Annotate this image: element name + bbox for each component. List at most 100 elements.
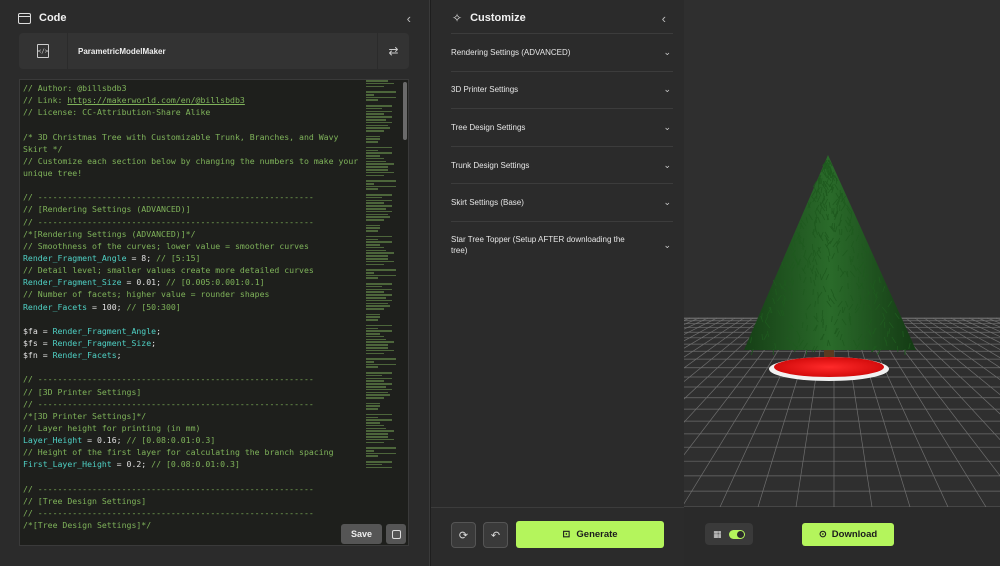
code-token: // [0.005:0.001:0.1] [166,277,265,287]
code-token: // -------------------------------------… [23,217,314,227]
code-line: // [Tree Design Settings] [23,495,368,507]
grid-line [906,318,1000,507]
minimap-line [366,258,388,260]
refresh-button[interactable]: ⟳ [451,522,476,548]
code-token: = 0.01; [122,277,166,287]
code-token: Render_Facets [53,350,117,360]
generate-icon: ⊡ [562,529,570,540]
minimap-line [366,119,386,121]
minimap-line [366,417,378,419]
chevron-down-icon: ⌄ [663,197,671,208]
minimap-line [366,380,384,382]
collapse-customize-panel-icon[interactable]: ‹ [662,11,666,26]
format-button[interactable] [386,524,406,544]
minimap-line [366,386,386,388]
grid-toggle[interactable]: ▦ [705,523,753,545]
minimap-line [366,166,388,168]
generate-button[interactable]: ⊡ Generate [516,521,664,548]
minimap-line [366,408,378,410]
code-minimap[interactable] [366,80,398,500]
section-tree-design-settings[interactable]: Tree Design Settings ⌄ [451,108,673,146]
minimap-line [366,341,394,343]
minimap-line [366,430,394,432]
code-token: // -------------------------------------… [23,484,314,494]
undo-button[interactable]: ↶ [483,522,508,548]
section-skirt-settings[interactable]: Skirt Settings (Base) ⌄ [451,183,673,221]
minimap-line [366,347,388,349]
minimap-line [366,236,392,238]
undo-icon: ↶ [491,529,500,542]
section-trunk-design-settings[interactable]: Trunk Design Settings ⌄ [451,146,673,184]
swap-file-icon[interactable]: ⇄ [377,33,409,69]
section-3d-printer-settings[interactable]: 3D Printer Settings ⌄ [451,71,673,109]
code-line: // [Rendering Settings (ADVANCED)] [23,203,368,215]
minimap-line [366,183,374,185]
3d-viewport[interactable]: ▦ ⊙ Download [684,0,1000,566]
minimap-line [366,225,380,227]
minimap-line [366,383,392,385]
chevron-down-icon: ⌄ [663,47,671,58]
section-rendering-settings[interactable]: Rendering Settings (ADVANCED) ⌄ [451,33,673,71]
code-window-icon [18,13,31,24]
editor-scrollbar[interactable] [403,82,407,140]
code-line: // Link: https://makerworld.com/en/@bill… [23,94,368,106]
minimap-line [366,188,378,190]
3d-scene[interactable] [684,0,1000,507]
code-line: Skirt */ [23,143,368,155]
code-token: /* 3D Christmas Tree with Customizable T… [23,132,338,142]
code-line: // Height of the first layer for calcula… [23,446,368,458]
grid-line [933,318,1000,507]
minimap-line [366,336,384,338]
code-token: // -------------------------------------… [23,508,314,518]
minimap-line [366,467,392,469]
grid-toggle-switch[interactable] [729,530,745,539]
minimap-line [366,211,392,213]
minimap-line [366,275,396,277]
minimap-line [366,136,380,138]
minimap-line [366,80,388,82]
minimap-line [366,227,380,229]
minimap-line [366,414,392,416]
minimap-line [366,291,384,293]
code-token: $fa = [23,326,53,336]
section-label: Rendering Settings (ADVANCED) [451,47,570,58]
code-token: // -------------------------------------… [23,374,314,384]
section-label: Tree Design Settings [451,122,525,133]
download-icon: ⊙ [819,529,827,540]
code-link[interactable]: https://makerworld.com/en/@billsbdb3 [67,95,244,105]
file-selector[interactable]: </> ParametricModelMaker ⇄ [19,33,409,69]
minimap-line [366,461,392,463]
code-editor[interactable]: // Author: @billsbdb3// Link: https://ma… [19,79,409,546]
section-star-tree-topper[interactable]: Star Tree Topper (Setup AFTER downloadin… [451,221,673,269]
code-panel-title: Code [39,12,67,24]
minimap-line [366,116,392,118]
minimap-line [366,200,392,202]
minimap-line [366,122,392,124]
minimap-line [366,353,384,355]
minimap-line [366,389,392,391]
code-token: // [5:15] [156,253,200,263]
minimap-line [366,269,396,271]
download-button[interactable]: ⊙ Download [802,523,894,546]
code-token: // Detail level; smaller values create m… [23,265,314,275]
minimap-line [366,308,384,310]
code-line: Render_Fragment_Size = 0.01; // [0.005:0… [23,276,368,288]
grid-line [969,318,1000,507]
code-token: Render_Fragment_Angle [23,253,127,263]
minimap-line [366,186,396,188]
code-token: Render_Facets [23,302,87,312]
code-text[interactable]: // Author: @billsbdb3// Link: https://ma… [23,82,368,531]
minimap-line [366,300,392,302]
collapse-code-panel-icon[interactable]: ‹ [407,11,411,26]
minimap-line [366,305,390,307]
grid-line [684,318,699,507]
code-token: // [0.08:0.01:0.3] [127,435,216,445]
minimap-line [366,250,386,252]
chevron-down-icon: ⌄ [663,122,671,133]
save-button[interactable]: Save [341,524,382,544]
code-token: // Author: @billsbdb3 [23,83,127,93]
code-token: // [3D Printer Settings] [23,387,141,397]
code-line: $fn = Render_Facets; [23,349,368,361]
minimap-line [366,150,378,152]
code-line [23,313,368,325]
